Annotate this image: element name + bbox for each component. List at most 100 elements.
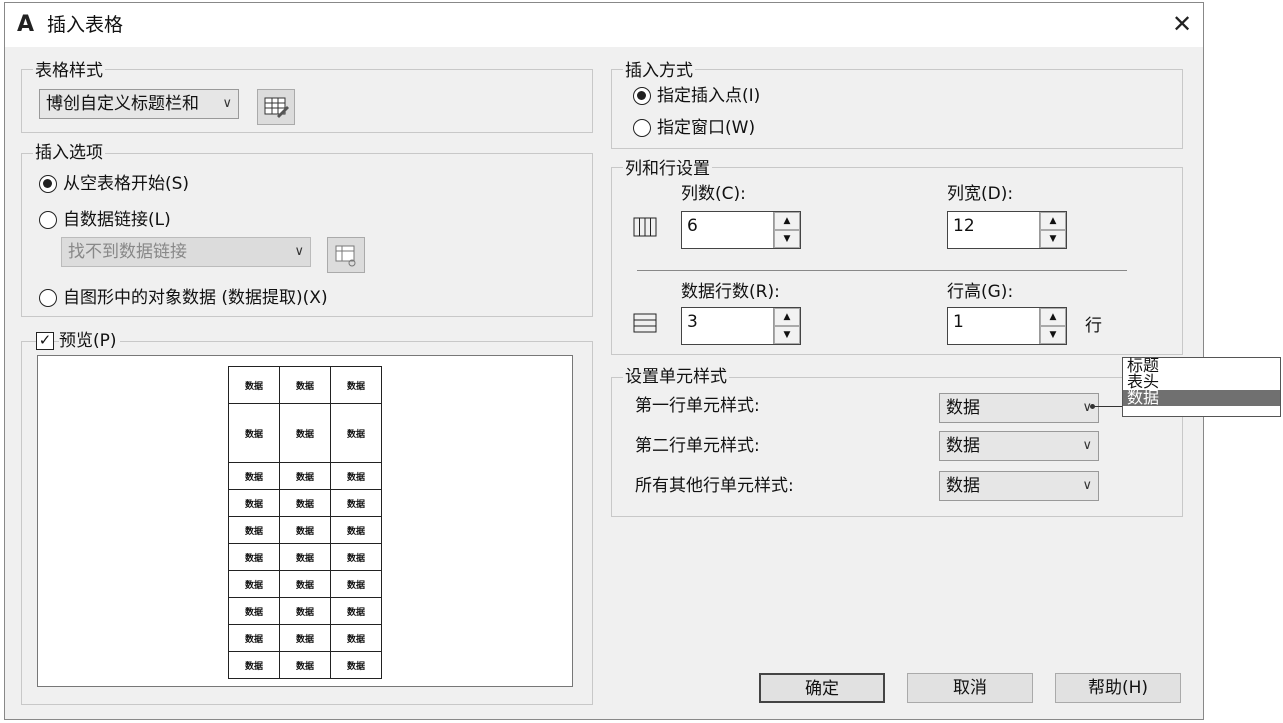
radio-insert-point[interactable] bbox=[633, 87, 651, 105]
preview-cell: 数据 bbox=[228, 624, 280, 652]
radio-object-data[interactable] bbox=[39, 289, 57, 307]
data-link-select: 找不到数据链接 ∨ bbox=[61, 237, 311, 267]
preview-cell: 数据 bbox=[279, 489, 331, 517]
preview-cell: 数据 bbox=[279, 462, 331, 490]
data-link-value: 找不到数据链接 bbox=[68, 242, 187, 262]
table-style-value: 博创自定义标题栏和 bbox=[46, 94, 199, 114]
preview-row: 数据 数据 数据 bbox=[228, 462, 382, 490]
first-row-style-label: 第一行单元样式: bbox=[635, 396, 760, 416]
row-height-label: 行高(G): bbox=[947, 282, 1014, 302]
spin-down-icon[interactable]: ▼ bbox=[1040, 230, 1066, 248]
chevron-down-icon: ∨ bbox=[1082, 478, 1092, 493]
spin-up-icon[interactable]: ▲ bbox=[1040, 212, 1066, 230]
preview-row: 数据 数据 数据 bbox=[228, 543, 382, 571]
preview-cell: 数据 bbox=[279, 403, 331, 463]
preview-pane: 数据 数据 数据 数据 数据 数据 数据 数据 数据 数据 数据 数据 数据 数据 数据 数据 数据 数据 数据 数据… bbox=[37, 355, 573, 687]
table-style-label: 表格样式 bbox=[33, 61, 105, 81]
preview-cell: 数据 bbox=[228, 366, 280, 404]
preview-row: 数据 数据 数据 bbox=[228, 624, 382, 652]
preview-row: 数据 数据 数据 bbox=[228, 597, 382, 625]
col-width-value: 12 bbox=[953, 216, 975, 236]
callout-line bbox=[1092, 406, 1124, 407]
radio-data-link[interactable] bbox=[39, 211, 57, 229]
dialog-title: 插入表格 bbox=[47, 14, 124, 36]
data-rows-spinner[interactable]: 3 ▲ ▼ bbox=[681, 307, 801, 345]
preview-cell: 数据 bbox=[330, 516, 382, 544]
autocad-logo-icon: A bbox=[17, 12, 35, 37]
spin-up-icon[interactable]: ▲ bbox=[774, 212, 800, 230]
help-button[interactable]: 帮助(H) bbox=[1055, 673, 1181, 703]
preview-cell: 数据 bbox=[279, 543, 331, 571]
row-height-value: 1 bbox=[953, 312, 964, 332]
col-width-label: 列宽(D): bbox=[947, 184, 1014, 204]
second-row-style-select[interactable]: 数据 ∨ bbox=[939, 431, 1099, 461]
radio-start-empty-label: 从空表格开始(S) bbox=[63, 174, 190, 194]
preview-cell: 数据 bbox=[330, 543, 382, 571]
data-rows-label: 数据行数(R): bbox=[681, 282, 780, 302]
callout-dot bbox=[1090, 404, 1095, 409]
preview-cell: 数据 bbox=[279, 651, 331, 679]
row-unit-label: 行 bbox=[1085, 316, 1102, 336]
columns-value: 6 bbox=[687, 216, 698, 236]
cell-styles-label: 设置单元样式 bbox=[623, 367, 729, 387]
col-row-settings-label: 列和行设置 bbox=[623, 159, 712, 179]
spin-down-icon[interactable]: ▼ bbox=[774, 230, 800, 248]
data-link-icon bbox=[335, 245, 356, 267]
spin-up-icon[interactable]: ▲ bbox=[1040, 308, 1066, 326]
radio-object-data-label: 自图形中的对象数据 (数据提取)(X) bbox=[63, 288, 328, 308]
preview-row: 数据 数据 数据 bbox=[228, 489, 382, 517]
preview-cell: 数据 bbox=[330, 462, 382, 490]
spin-down-icon[interactable]: ▼ bbox=[774, 326, 800, 344]
preview-cell: 数据 bbox=[228, 403, 280, 463]
other-rows-style-select[interactable]: 数据 ∨ bbox=[939, 471, 1099, 501]
first-row-style-select[interactable]: 数据 ∨ bbox=[939, 393, 1099, 423]
second-row-style-label: 第二行单元样式: bbox=[635, 436, 760, 456]
preview-cell: 数据 bbox=[279, 366, 331, 404]
preview-cell: 数据 bbox=[330, 489, 382, 517]
close-button[interactable]: ✕ bbox=[1167, 9, 1197, 39]
cell-style-dropdown-list: 标题 表头 数据 bbox=[1122, 357, 1281, 417]
radio-insert-window[interactable] bbox=[633, 119, 651, 137]
ok-button[interactable]: 确定 bbox=[759, 673, 885, 703]
preview-checkbox[interactable]: ✓ bbox=[36, 332, 54, 350]
row-height-spinner[interactable]: 1 ▲ ▼ bbox=[947, 307, 1067, 345]
dropdown-option-data[interactable]: 数据 bbox=[1123, 390, 1280, 406]
other-rows-style-label: 所有其他行单元样式: bbox=[635, 476, 794, 496]
insert-method-label: 插入方式 bbox=[623, 61, 695, 81]
rows-icon bbox=[633, 313, 657, 333]
radio-start-empty[interactable] bbox=[39, 175, 57, 193]
preview-row: 数据 数据 数据 bbox=[228, 570, 382, 598]
columns-spinner[interactable]: 6 ▲ ▼ bbox=[681, 211, 801, 249]
columns-icon bbox=[633, 217, 657, 237]
preview-cell: 数据 bbox=[279, 624, 331, 652]
preview-cell: 数据 bbox=[228, 489, 280, 517]
preview-row: 数据 数据 数据 bbox=[228, 366, 382, 404]
preview-cell: 数据 bbox=[330, 651, 382, 679]
chevron-down-icon: ∨ bbox=[222, 96, 232, 111]
preview-cell: 数据 bbox=[330, 403, 382, 463]
preview-cell: 数据 bbox=[279, 597, 331, 625]
preview-cell: 数据 bbox=[330, 570, 382, 598]
table-style-select[interactable]: 博创自定义标题栏和 ∨ bbox=[39, 89, 239, 119]
chevron-down-icon: ∨ bbox=[294, 244, 304, 259]
preview-cell: 数据 bbox=[330, 624, 382, 652]
second-row-style-value: 数据 bbox=[946, 436, 980, 456]
table-style-edit-button[interactable] bbox=[257, 89, 295, 125]
preview-cell: 数据 bbox=[228, 651, 280, 679]
settings-divider bbox=[637, 270, 1127, 271]
preview-cell: 数据 bbox=[228, 462, 280, 490]
preview-table: 数据 数据 数据 数据 数据 数据 数据 数据 数据 数据 数据 数据 数据 数据 数据 数据 数据 数据 数据 数据… bbox=[228, 366, 382, 679]
col-width-spinner[interactable]: 12 ▲ ▼ bbox=[947, 211, 1067, 249]
preview-cell: 数据 bbox=[279, 516, 331, 544]
spin-down-icon[interactable]: ▼ bbox=[1040, 326, 1066, 344]
spin-up-icon[interactable]: ▲ bbox=[774, 308, 800, 326]
radio-insert-window-label: 指定窗口(W) bbox=[657, 118, 756, 138]
preview-cell: 数据 bbox=[228, 516, 280, 544]
preview-cell: 数据 bbox=[330, 597, 382, 625]
preview-cell: 数据 bbox=[228, 597, 280, 625]
preview-cell: 数据 bbox=[330, 366, 382, 404]
preview-row: 数据 数据 数据 bbox=[228, 403, 382, 463]
preview-cell: 数据 bbox=[228, 570, 280, 598]
cancel-button[interactable]: 取消 bbox=[907, 673, 1033, 703]
first-row-style-value: 数据 bbox=[946, 398, 980, 418]
